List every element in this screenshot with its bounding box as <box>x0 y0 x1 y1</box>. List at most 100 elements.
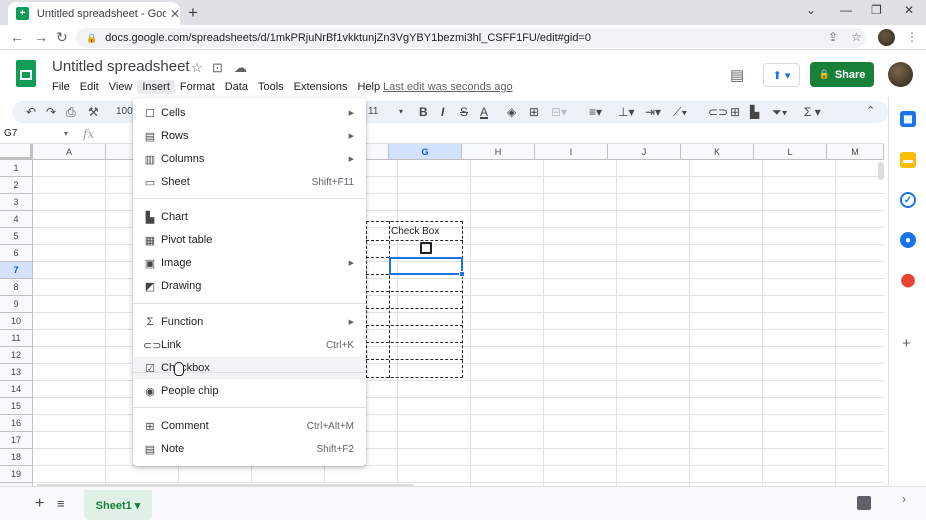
show-side-panel-icon[interactable]: › <box>902 492 906 506</box>
text-rotation-icon[interactable]: ⟋▾ <box>673 105 687 119</box>
restore-button[interactable]: ❐ <box>871 3 882 17</box>
row-header-5[interactable]: 5 <box>0 228 33 245</box>
share-page-icon[interactable]: ⇪ <box>828 30 838 44</box>
insert-chart-icon[interactable]: ▙ <box>750 105 759 119</box>
strikethrough-button[interactable]: S <box>460 105 468 119</box>
row-header-18[interactable]: 18 <box>0 449 33 466</box>
zoom-select[interactable]: 100 <box>116 105 133 119</box>
column-header-h[interactable]: H <box>462 144 535 160</box>
insert-menu-item-image[interactable]: ▣ Image ▶ <box>133 252 366 274</box>
print-icon[interactable]: ⎙ <box>66 105 76 119</box>
functions-icon[interactable]: Σ ▾ <box>804 105 821 119</box>
close-window-button[interactable]: ✕ <box>904 3 914 17</box>
text-wrap-icon[interactable]: ⇥▾ <box>645 105 661 119</box>
insert-menu-item-columns[interactable]: ▥ Columns ▶ <box>133 148 366 170</box>
insert-menu-item-sheet[interactable]: ▭ Sheet Shift+F11 <box>133 171 366 193</box>
maps-icon[interactable]: ⬤ <box>900 272 916 288</box>
fill-handle[interactable] <box>459 271 465 277</box>
menu-tools[interactable]: Tools <box>253 80 289 94</box>
explore-icon[interactable] <box>857 496 871 510</box>
borders-icon[interactable]: ⊞ <box>529 105 539 119</box>
tasks-icon[interactable]: ✓ <box>900 192 916 208</box>
menu-data[interactable]: Data <box>220 80 253 94</box>
insert-menu-item-link[interactable]: ⊂⊃ Link Ctrl+K <box>133 334 366 356</box>
document-title[interactable]: Untitled spreadsheet <box>52 58 190 75</box>
insert-menu-item-pivot-table[interactable]: ▦ Pivot table <box>133 229 366 251</box>
add-sheet-button[interactable]: + <box>35 495 44 513</box>
row-header-15[interactable]: 15 <box>0 398 33 415</box>
row-header-11[interactable]: 11 <box>0 330 33 347</box>
row-header-9[interactable]: 9 <box>0 296 33 313</box>
insert-comment-icon[interactable]: ⊞ <box>730 105 740 119</box>
star-icon[interactable]: ☆ <box>191 60 203 76</box>
insert-menu-item-comment[interactable]: ⊞ Comment Ctrl+Alt+M <box>133 415 366 437</box>
text-color-button[interactable]: A <box>480 105 488 119</box>
font-size-field[interactable]: 11 <box>368 105 378 119</box>
reload-icon[interactable]: ↻ <box>56 29 68 46</box>
tab-search-icon[interactable]: ⌄ <box>806 3 816 17</box>
insert-menu-item-drawing[interactable]: ◩ Drawing <box>133 275 366 297</box>
row-header-2[interactable]: 2 <box>0 177 33 194</box>
merge-cells-icon[interactable]: ⊟▾ <box>551 105 567 119</box>
present-button[interactable]: ⬆ ▾ <box>763 63 800 87</box>
url-field[interactable]: 🔒 docs.google.com/spreadsheets/d/1mkPRju… <box>76 28 866 48</box>
menu-extensions[interactable]: Extensions <box>289 80 353 94</box>
row-header-10[interactable]: 10 <box>0 313 33 330</box>
selected-cell-g7[interactable] <box>389 257 463 275</box>
close-tab-icon[interactable]: ✕ <box>170 7 180 21</box>
row-header-7[interactable]: 7 <box>0 262 33 279</box>
account-avatar[interactable] <box>888 62 913 87</box>
sheet-tab-sheet1[interactable]: Sheet1 ▾ <box>84 490 152 520</box>
vertical-align-icon[interactable]: ⊥▾ <box>618 105 634 119</box>
share-button[interactable]: 🔒 Share <box>810 62 874 87</box>
font-size-caret-icon[interactable]: ▾ <box>399 105 403 119</box>
new-tab-button[interactable]: + <box>188 3 198 23</box>
row-header-4[interactable]: 4 <box>0 211 33 228</box>
contacts-icon[interactable]: ● <box>900 232 916 248</box>
horizontal-align-icon[interactable]: ≡▾ <box>589 105 602 119</box>
row-header-17[interactable]: 17 <box>0 432 33 449</box>
back-icon[interactable]: ← <box>10 29 24 45</box>
menu-file[interactable]: File <box>47 80 75 94</box>
browser-menu-icon[interactable]: ⋮ <box>906 30 918 44</box>
column-header-j[interactable]: J <box>608 144 681 160</box>
menu-help[interactable]: Help <box>352 80 385 94</box>
name-box-caret-icon[interactable]: ▾ <box>64 129 68 138</box>
row-header-1[interactable]: 1 <box>0 160 33 177</box>
row-header-12[interactable]: 12 <box>0 347 33 364</box>
menu-insert[interactable]: Insert <box>137 80 175 94</box>
name-box[interactable]: G7 <box>4 128 17 139</box>
insert-menu-item-checkbox[interactable]: ☑ Checkbox <box>133 357 366 379</box>
forward-icon[interactable]: → <box>34 29 48 45</box>
get-addons-icon[interactable]: + <box>902 335 911 352</box>
keep-icon[interactable]: ▬ <box>900 152 916 168</box>
column-header-m[interactable]: M <box>827 144 884 160</box>
menu-edit[interactable]: Edit <box>75 80 104 94</box>
menu-view[interactable]: View <box>104 80 138 94</box>
column-header-a[interactable]: A <box>33 144 106 160</box>
comment-history-icon[interactable]: ▤ <box>730 66 744 84</box>
bookmark-star-icon[interactable]: ☆ <box>851 30 862 44</box>
move-folder-icon[interactable]: ⊡ <box>212 60 223 76</box>
row-header-8[interactable]: 8 <box>0 279 33 296</box>
browser-tab[interactable]: + Untitled spreadsheet - Google Sh ✕ <box>8 2 180 25</box>
cell-g5-text[interactable]: Check Box <box>391 226 439 237</box>
row-header-16[interactable]: 16 <box>0 415 33 432</box>
vertical-scrollbar[interactable] <box>878 162 884 180</box>
insert-menu-item-function[interactable]: Σ Function ▶ <box>133 311 366 333</box>
sheets-logo-icon[interactable] <box>16 60 36 87</box>
redo-icon[interactable]: ↷ <box>46 105 56 119</box>
column-header-k[interactable]: K <box>681 144 754 160</box>
last-edit-link[interactable]: Last edit was seconds ago <box>383 81 513 93</box>
row-header-19[interactable]: 19 <box>0 466 33 483</box>
calendar-icon[interactable]: ▦ <box>900 111 916 127</box>
insert-menu-item-note[interactable]: ▤ Note Shift+F2 <box>133 438 366 460</box>
undo-icon[interactable]: ↶ <box>26 105 36 119</box>
row-header-14[interactable]: 14 <box>0 381 33 398</box>
column-header-g[interactable]: G <box>389 144 462 160</box>
minimize-button[interactable]: — <box>840 3 852 17</box>
select-all-corner[interactable] <box>0 144 33 160</box>
cell-checkbox[interactable] <box>420 242 432 254</box>
row-header-13[interactable]: 13 <box>0 364 33 381</box>
row-header-3[interactable]: 3 <box>0 194 33 211</box>
